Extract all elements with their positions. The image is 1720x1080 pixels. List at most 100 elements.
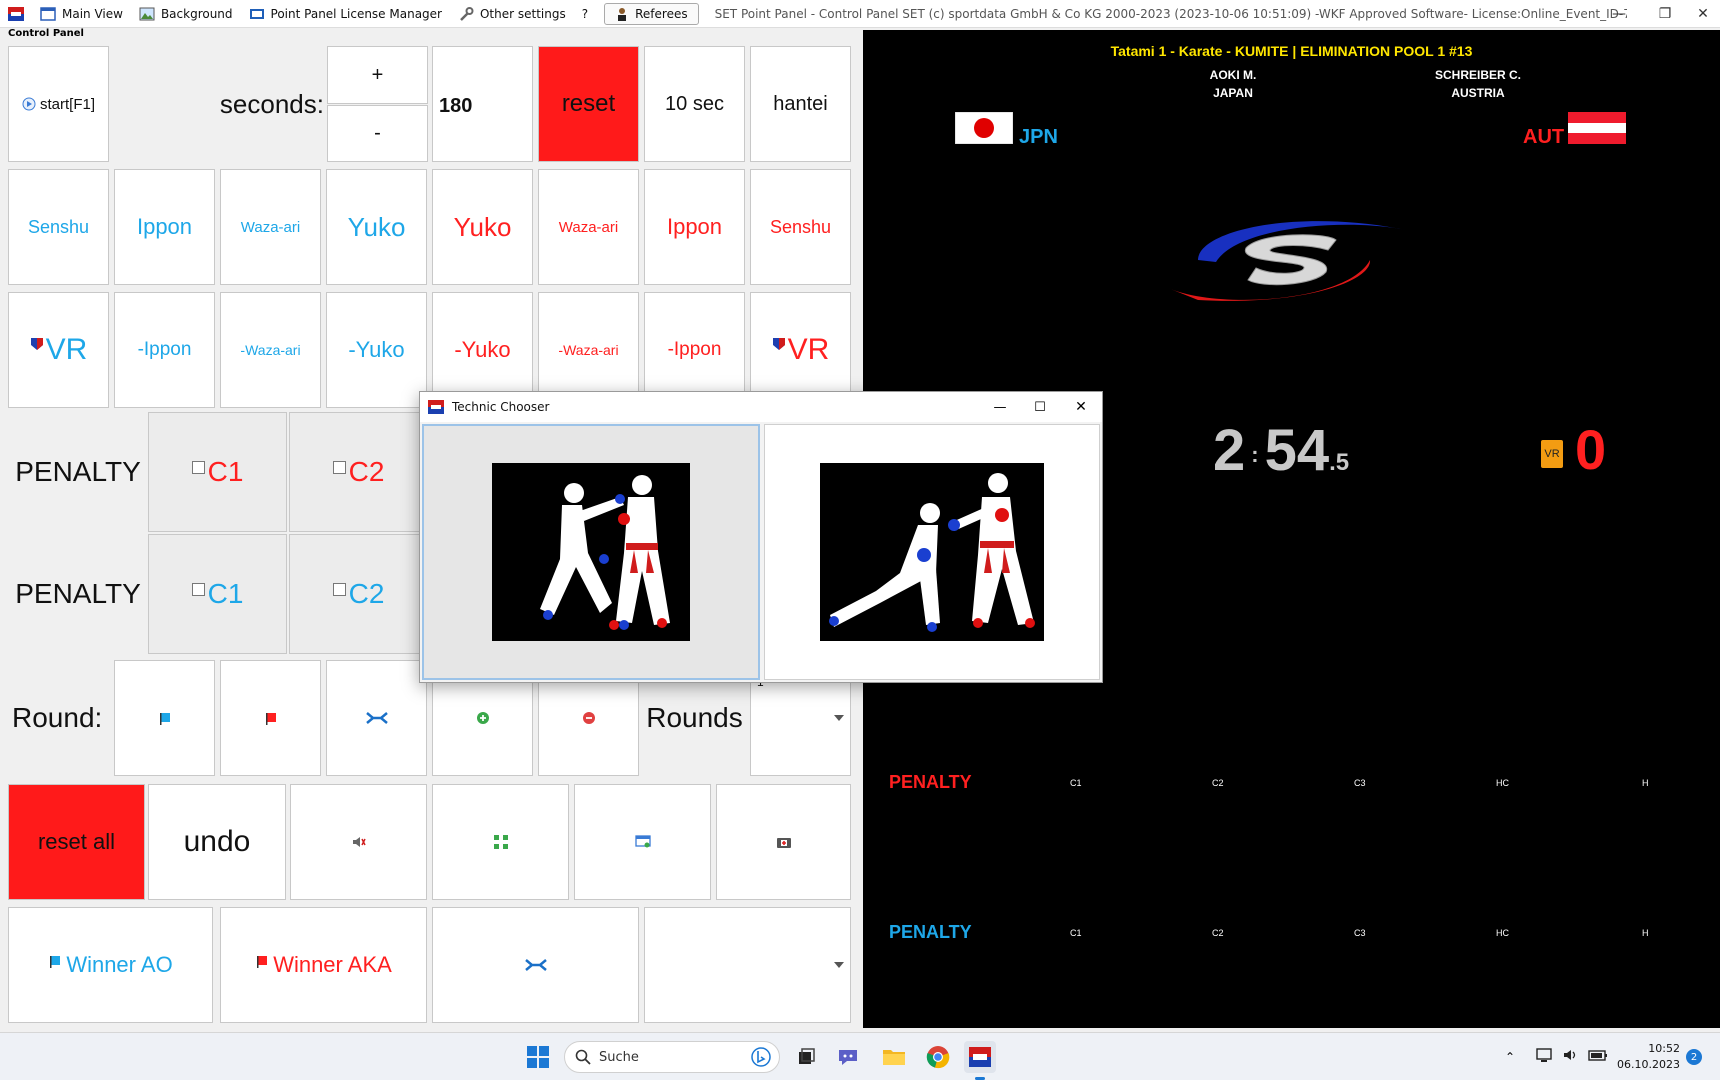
taskbar-set-panel[interactable] [964, 1041, 996, 1073]
minus-ippon-aka-label: -Ippon [667, 339, 722, 360]
aka-score: 0 [1575, 418, 1607, 481]
taskbar-clock[interactable]: 10:52 06.10.2023 [1616, 1041, 1680, 1073]
minimize-icon: — [993, 399, 1007, 415]
minus-wazaari-ao-button[interactable]: -Waza-ari [220, 292, 321, 408]
round-aka-flag-button[interactable] [220, 660, 321, 776]
ten-sec-button[interactable]: 10 sec [644, 46, 745, 162]
board-penalty-ao-label: PENALTY [889, 922, 972, 942]
monitor-icon [634, 835, 651, 848]
reset-all-button[interactable]: reset all [8, 784, 145, 900]
minus-button[interactable]: - [327, 105, 428, 162]
fullscreen-button[interactable] [432, 784, 569, 900]
round-draw-button[interactable] [326, 660, 427, 776]
handshake-icon [365, 712, 388, 724]
technique-option-2[interactable] [764, 424, 1100, 680]
play-icon [22, 97, 36, 111]
wazaari-ao-button[interactable]: Waza-ari [220, 169, 321, 285]
dialog-title: Technic Chooser [452, 400, 550, 414]
board-ao-c1: C1 [1070, 928, 1082, 938]
license-icon [249, 8, 264, 19]
windows-logo-icon [527, 1046, 549, 1068]
sound-button[interactable] [290, 784, 427, 900]
vr-badge: VR [1541, 440, 1563, 468]
reset-label: reset [561, 90, 616, 117]
board-aka-c1: C1 [1070, 778, 1082, 788]
penalty-aka-c1-checkbox[interactable]: C1 [148, 412, 287, 532]
board-aka-c2: C2 [1212, 778, 1224, 788]
clock-date: 06.10.2023 [1617, 1058, 1680, 1071]
plus-button[interactable]: + [327, 46, 428, 104]
menu-background[interactable]: Background [131, 0, 241, 28]
aka-country-code: AUT [1523, 126, 1565, 148]
penalty-ao-label: PENALTY [15, 578, 141, 609]
blue-flag-icon [50, 956, 61, 968]
taskbar-chrome[interactable] [922, 1041, 954, 1073]
plus-circle-icon [476, 712, 489, 724]
menu-help[interactable]: ? [574, 0, 596, 28]
timer-minutes: 2 [1213, 418, 1246, 483]
timer-display: 2:54.5 [1213, 422, 1349, 480]
dialog-minimize-button[interactable]: — [980, 392, 1020, 422]
referees-button[interactable]: Referees [604, 2, 699, 25]
taskbar-search-box[interactable]: Suche [564, 1041, 780, 1073]
minimize-button[interactable]: — [1596, 0, 1642, 28]
minus-yuko-ao-button[interactable]: -Yuko [326, 292, 427, 408]
yuko-aka-label: Yuko [453, 211, 512, 242]
vr-ao-button[interactable]: VR [8, 292, 109, 408]
hantei-label: hantei [773, 92, 828, 115]
senshu-ao-button[interactable]: Senshu [8, 169, 109, 285]
chrome-icon [926, 1046, 950, 1069]
senshu-aka-button[interactable]: Senshu [750, 169, 851, 285]
technique-option-1[interactable] [422, 424, 760, 680]
dialog-maximize-button[interactable]: ☐ [1020, 392, 1060, 422]
penalty-ao-c1-checkbox[interactable]: C1 [148, 534, 287, 654]
yuko-ao-button[interactable]: Yuko [326, 169, 427, 285]
c1-label: C1 [207, 456, 244, 487]
checkbox-box [332, 582, 346, 596]
ippon-aka-button[interactable]: Ippon [644, 169, 745, 285]
taskbar-explorer[interactable] [878, 1041, 910, 1073]
ippon-ao-button[interactable]: Ippon [114, 169, 215, 285]
board-header: Tatami 1 - Karate - KUMITE | ELIMINATION… [1110, 43, 1473, 59]
round-ao-flag-button[interactable] [114, 660, 215, 776]
ao-country-code: JPN [1019, 126, 1058, 148]
timer-separator: : [1251, 441, 1259, 467]
winner-select[interactable] [644, 907, 851, 1023]
wazaari-aka-button[interactable]: Waza-ari [538, 169, 639, 285]
system-tray[interactable] [1536, 1047, 1608, 1063]
window-icon [40, 6, 56, 21]
minus-ippon-ao-label: -Ippon [137, 339, 192, 360]
referees-button-wrap: Referees [596, 0, 706, 28]
folder-icon [883, 1050, 905, 1065]
display-window-button[interactable] [574, 784, 711, 900]
seconds-input[interactable]: 180 [432, 46, 533, 162]
aka-country: AUSTRIA [1451, 86, 1505, 100]
senshu-ao-label: Senshu [27, 216, 90, 237]
taskbar-chat[interactable] [832, 1041, 864, 1073]
medical-button[interactable] [716, 784, 851, 900]
board-ao-h: H [1642, 928, 1649, 938]
dialog-close-button[interactable]: ✕ [1060, 392, 1102, 422]
app-logo-icon [0, 0, 32, 28]
chevron-down-icon [834, 715, 844, 721]
penalty-aka-c2-checkbox[interactable]: C2 [289, 412, 428, 532]
yuko-aka-button[interactable]: Yuko [432, 169, 533, 285]
menu-other-settings[interactable]: Other settings [450, 0, 574, 28]
hantei-button[interactable]: hantei [750, 46, 851, 162]
winner-draw-button[interactable] [432, 907, 639, 1023]
winner-aka-button[interactable]: Winner AKA [220, 907, 427, 1023]
restore-button[interactable]: ❐ [1642, 0, 1688, 28]
minus-ippon-ao-button[interactable]: -Ippon [114, 292, 215, 408]
winner-ao-button[interactable]: Winner AO [8, 907, 213, 1023]
tray-overflow-button[interactable]: ⌃ [1500, 1041, 1520, 1073]
menu-main-view[interactable]: Main View [32, 0, 131, 28]
notification-badge[interactable]: 2 [1686, 1049, 1702, 1065]
start-button[interactable]: start[F1] [8, 46, 109, 162]
start-menu-button[interactable] [522, 1041, 554, 1073]
undo-button[interactable]: undo [148, 784, 286, 900]
menu-license-manager[interactable]: Point Panel License Manager [241, 0, 450, 28]
reset-button[interactable]: reset [538, 46, 639, 162]
taskbar-task-view[interactable] [790, 1041, 822, 1073]
close-button[interactable]: ✕ [1686, 0, 1720, 28]
penalty-ao-c2-checkbox[interactable]: C2 [289, 534, 428, 654]
